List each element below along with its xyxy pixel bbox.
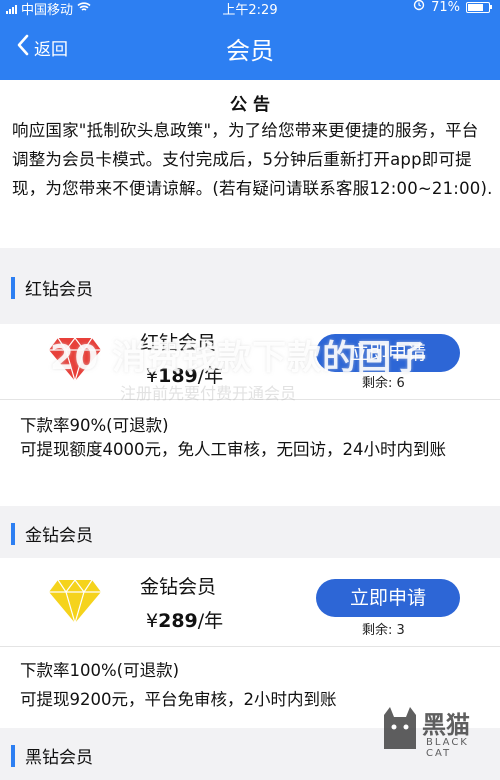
remain-label: 剩余: <box>362 376 393 391</box>
cat-icon <box>380 705 420 755</box>
status-right: 71% <box>413 0 492 15</box>
tier-price: ¥189/年 <box>146 361 223 388</box>
tier-rate: 下款率90%(可退款) <box>20 416 169 435</box>
section-header-gold: 金钻会员 <box>0 506 500 558</box>
section-accent-bar <box>11 745 15 767</box>
card-divider <box>0 646 500 647</box>
apply-button[interactable]: 立即申请 <box>316 334 460 372</box>
notice-panel: 公 告 响应国家"抵制砍头息政策"，为了给您带来更便捷的服务，平台调整为会员卡模… <box>0 80 500 248</box>
section-accent-bar <box>11 523 15 545</box>
black-cat-logo: 黑猫 BLACK CAT <box>380 703 496 759</box>
gold-diamond-icon <box>48 578 102 626</box>
section-accent-bar <box>11 277 15 299</box>
price-currency: ¥ <box>146 610 159 632</box>
price-amount: 289 <box>158 610 198 632</box>
notice-title: 公 告 <box>230 95 270 115</box>
price-currency: ¥ <box>146 365 159 387</box>
tier-detail: 可提现9200元，平台免审核，2小时内到账 <box>20 690 337 709</box>
status-bar: 中国移动 上午2:29 71% <box>0 0 500 18</box>
remain-value: 6 <box>396 376 405 391</box>
section-label: 黑钻会员 <box>25 748 93 768</box>
red-diamond-icon <box>48 336 102 384</box>
logo-subtext: BLACK CAT <box>426 737 469 759</box>
remaining-count: 剩余: 3 <box>362 619 405 638</box>
section-label: 金钻会员 <box>25 526 93 546</box>
tier-detail: 可提现额度4000元，免人工审核，无回访，24小时内到账 <box>20 440 446 459</box>
battery-percent: 71% <box>431 0 460 15</box>
tier-price: ¥289/年 <box>146 606 223 633</box>
remaining-count: 剩余: 6 <box>362 372 405 391</box>
section-header-red: 红钻会员 <box>0 260 500 312</box>
nav-bar: 返回 会员 <box>0 16 500 80</box>
remain-value: 3 <box>396 623 405 638</box>
apply-button[interactable]: 立即申请 <box>316 579 460 617</box>
card-divider <box>0 399 500 400</box>
page-title: 会员 <box>226 37 274 65</box>
section-label: 红钻会员 <box>25 280 93 300</box>
tier-rate: 下款率100%(可退款) <box>20 661 180 680</box>
price-amount: 189 <box>158 365 198 387</box>
price-unit: /年 <box>197 365 224 387</box>
logo-text: 黑猫 <box>422 711 470 739</box>
remain-label: 剩余: <box>362 623 393 638</box>
battery-icon <box>466 1 492 13</box>
tier-name: 红钻会员 <box>140 332 217 354</box>
membership-card-red: 红钻会员 ¥189/年 立即申请 剩余: 6 下款率90%(可退款) 可提现额度… <box>0 324 500 506</box>
alarm-icon <box>413 0 425 15</box>
notice-body: 响应国家"抵制砍头息政策"，为了给您带来更便捷的服务，平台调整为会员卡模式。支付… <box>12 121 493 198</box>
price-unit: /年 <box>197 610 224 632</box>
tier-name: 金钻会员 <box>140 576 217 598</box>
